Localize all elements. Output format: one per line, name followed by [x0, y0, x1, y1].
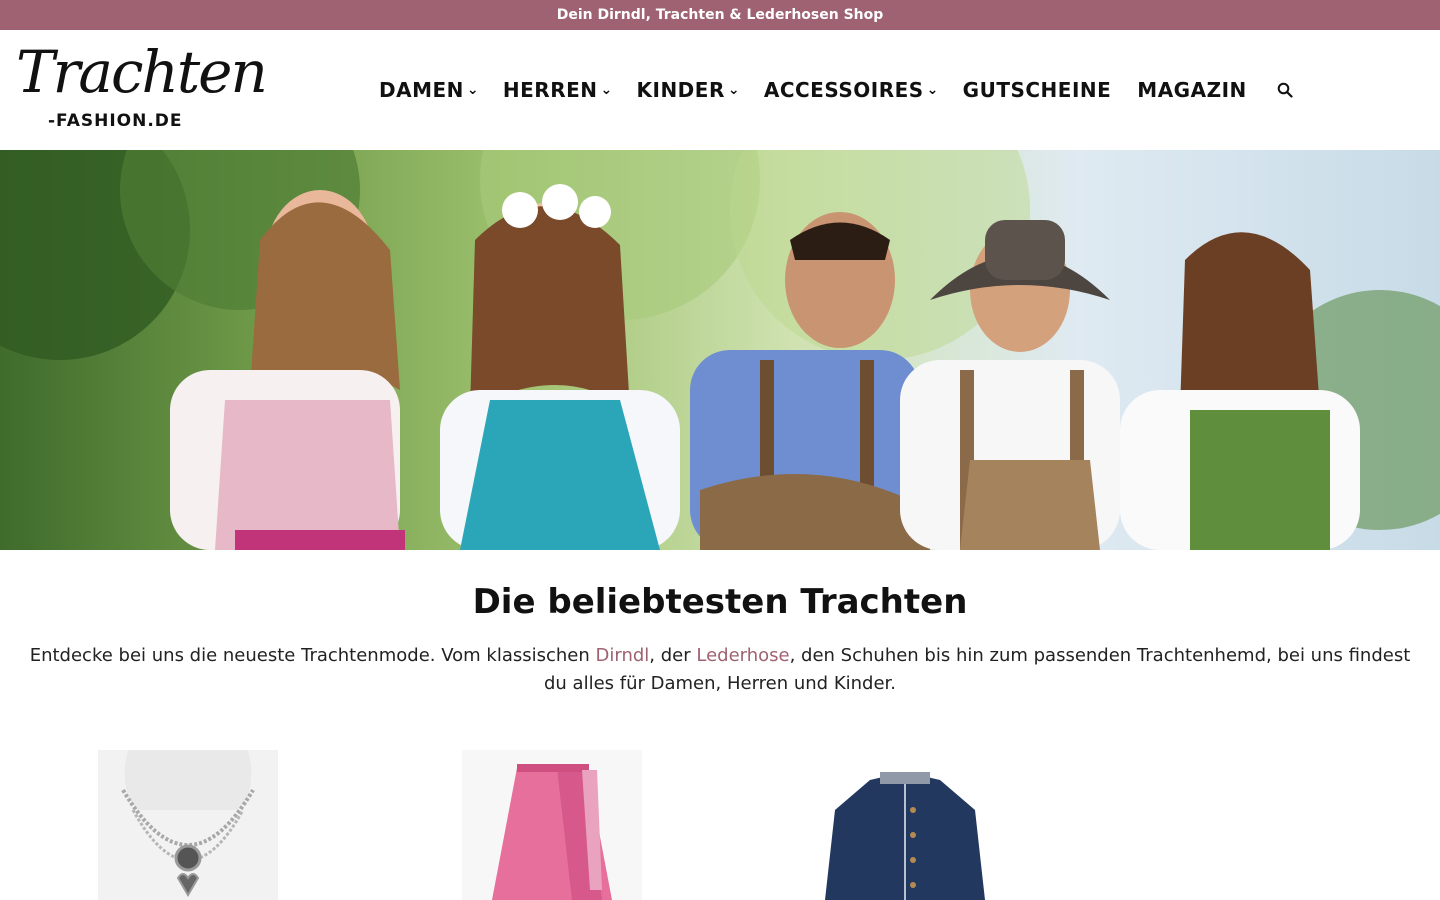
- nav-item-kinder[interactable]: KINDER ⌄: [636, 78, 741, 102]
- chevron-down-icon: ⌄: [600, 82, 613, 98]
- product-card-apron[interactable]: [462, 750, 642, 900]
- search-icon[interactable]: [1277, 82, 1293, 98]
- logo-script-text: Trachten: [16, 37, 268, 106]
- announcement-bar: Dein Dirndl, Trachten & Lederhosen Shop: [0, 0, 1440, 30]
- nav-label: MAGAZIN: [1137, 78, 1247, 102]
- nav-item-accessoires[interactable]: ACCESSOIRES ⌄: [763, 78, 939, 102]
- intro-text: Entdecke bei uns die neueste Trachtenmod…: [24, 642, 1416, 698]
- necklace-image: [98, 750, 278, 900]
- chevron-down-icon: ⌄: [727, 82, 741, 98]
- nav-item-magazin[interactable]: MAGAZIN: [1137, 78, 1246, 102]
- intro-part-2: , der: [649, 645, 697, 666]
- nav-item-herren[interactable]: HERREN ⌄: [502, 78, 613, 102]
- hero-illustration: [0, 150, 1440, 550]
- link-dirndl[interactable]: Dirndl: [596, 645, 650, 666]
- nav-label: GUTSCHEINE: [962, 78, 1112, 102]
- nav-label: HERREN: [502, 78, 598, 102]
- nav-label: ACCESSOIRES: [763, 78, 924, 102]
- logo-domain-text: -FASHION.DE: [48, 110, 183, 131]
- hero-image: [0, 150, 1440, 550]
- chevron-down-icon: ⌄: [466, 82, 480, 98]
- product-card-jacket[interactable]: [815, 750, 995, 900]
- intro-part-1: Entdecke bei uns die neueste Trachtenmod…: [29, 645, 596, 666]
- product-card-necklace[interactable]: [98, 750, 278, 900]
- chevron-down-icon: ⌄: [926, 82, 939, 98]
- site-logo[interactable]: Trachten -FASHION.DE: [16, 43, 268, 138]
- product-grid: [0, 750, 1440, 900]
- announcement-text: Dein Dirndl, Trachten & Lederhosen Shop: [556, 7, 884, 23]
- apron-skirt-image: [462, 750, 642, 900]
- nav-label: KINDER: [636, 78, 725, 102]
- main-nav: DAMEN ⌄ HERREN ⌄ KINDER ⌄ ACCESSOIRES ⌄ …: [379, 30, 1293, 150]
- nav-item-damen[interactable]: DAMEN ⌄: [379, 78, 480, 102]
- nav-label: DAMEN: [379, 78, 464, 102]
- nav-item-gutscheine[interactable]: GUTSCHEINE: [963, 78, 1112, 102]
- link-lederhose[interactable]: Lederhose: [696, 645, 789, 666]
- section-title: Die beliebtesten Trachten: [472, 582, 968, 622]
- jacket-image: [815, 750, 995, 900]
- site-header: Trachten -FASHION.DE DAMEN ⌄ HERREN ⌄ KI…: [0, 30, 1440, 150]
